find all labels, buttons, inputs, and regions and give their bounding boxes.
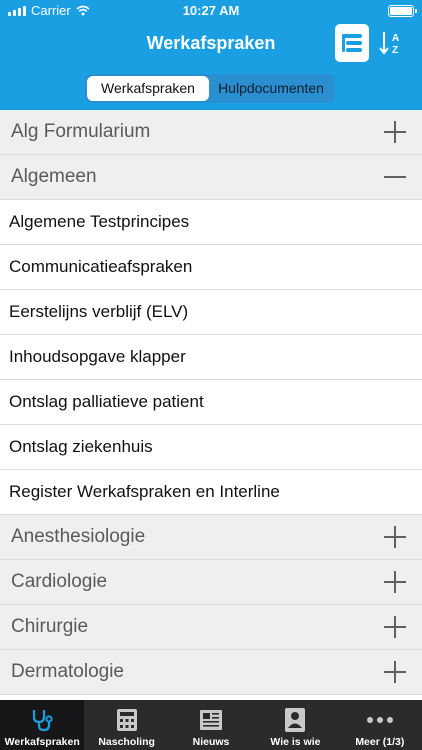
stethoscope-icon	[28, 706, 56, 734]
section-cardiologie[interactable]: Cardiologie	[0, 560, 422, 605]
tab-label: Wie is wie	[270, 736, 321, 748]
list-item-label: Communicatieafspraken	[9, 257, 193, 276]
list-item[interactable]: Communicatieafspraken	[0, 245, 422, 290]
plus-icon[interactable]	[384, 616, 406, 638]
status-bar: Carrier 10:27 AM	[0, 0, 422, 22]
list-item-label: Ontslag palliatieve patient	[9, 392, 204, 411]
section-algemeen[interactable]: Algemeen	[0, 155, 422, 200]
tab-nascholing[interactable]: Nascholing	[84, 700, 168, 750]
svg-text:Z: Z	[392, 45, 398, 56]
list-item[interactable]: Ontslag palliatieve patient	[0, 380, 422, 425]
list-item[interactable]: Ontslag ziekenhuis	[0, 425, 422, 470]
section-dermatologie[interactable]: Dermatologie	[0, 650, 422, 695]
section-label: Anesthesiologie	[11, 526, 146, 547]
segment-hulpdocumenten[interactable]: Hulpdocumenten	[209, 76, 333, 101]
tab-wie-is-wie[interactable]: Wie is wie	[253, 700, 337, 750]
segment-werkafspraken[interactable]: Werkafspraken	[87, 76, 209, 101]
plus-icon[interactable]	[384, 526, 406, 548]
section-label: Algemeen	[11, 166, 97, 187]
tab-bar: Werkafspraken Nascholing Nieuws Wie is w…	[0, 700, 422, 750]
tab-werkafspraken[interactable]: Werkafspraken	[0, 700, 85, 750]
section-label: Cardiologie	[11, 571, 108, 592]
plus-icon[interactable]	[384, 661, 406, 683]
werkafspraken-list: Alg Formularium Algemeen Algemene Testpr…	[0, 110, 422, 695]
section-label: Alg Formularium	[11, 121, 151, 142]
list-view-button[interactable]	[335, 24, 369, 62]
tab-meer[interactable]: Meer (1/3)	[338, 700, 422, 750]
section-chirurgie[interactable]: Chirurgie	[0, 605, 422, 650]
list-item[interactable]: Register Werkafspraken en Interline	[0, 470, 422, 515]
list-item-label: Eerstelijns verblijf (ELV)	[9, 302, 189, 321]
sort-az-icon: A Z	[379, 32, 399, 56]
tab-label: Nieuws	[192, 736, 230, 748]
list-item-label: Register Werkafspraken en Interline	[9, 482, 280, 501]
section-alg-formularium[interactable]: Alg Formularium	[0, 110, 422, 155]
minus-icon[interactable]	[384, 166, 406, 188]
plus-icon[interactable]	[384, 571, 406, 593]
list-item-label: Ontslag ziekenhuis	[9, 437, 153, 456]
tab-label: Werkafspraken	[4, 736, 80, 748]
contact-card-icon	[281, 706, 309, 734]
header: Carrier 10:27 AM Werkafspraken A Z Werka…	[0, 0, 422, 110]
calculator-icon	[113, 706, 141, 734]
newspaper-icon	[197, 706, 225, 734]
section-label: Dermatologie	[11, 661, 124, 682]
list-item[interactable]: Algemene Testprincipes	[0, 200, 422, 245]
list-icon	[342, 34, 362, 52]
more-icon	[366, 706, 394, 734]
plus-icon[interactable]	[384, 121, 406, 143]
battery-icon	[388, 5, 417, 17]
sort-button[interactable]: A Z	[378, 28, 408, 58]
section-anesthesiologie[interactable]: Anesthesiologie	[0, 515, 422, 560]
list-item-label: Inhoudsopgave klapper	[9, 347, 186, 366]
tab-label: Meer (1/3)	[355, 736, 405, 748]
tab-label: Nascholing	[98, 736, 155, 748]
tab-nieuws[interactable]: Nieuws	[169, 700, 253, 750]
section-label: Chirurgie	[11, 616, 89, 637]
svg-text:A: A	[392, 33, 399, 44]
list-item-label: Algemene Testprincipes	[9, 212, 190, 231]
list-item[interactable]: Eerstelijns verblijf (ELV)	[0, 290, 422, 335]
clock: 10:27 AM	[182, 3, 240, 18]
segmented-control: Werkafspraken Hulpdocumenten	[85, 74, 335, 103]
list-item[interactable]: Inhoudsopgave klapper	[0, 335, 422, 380]
